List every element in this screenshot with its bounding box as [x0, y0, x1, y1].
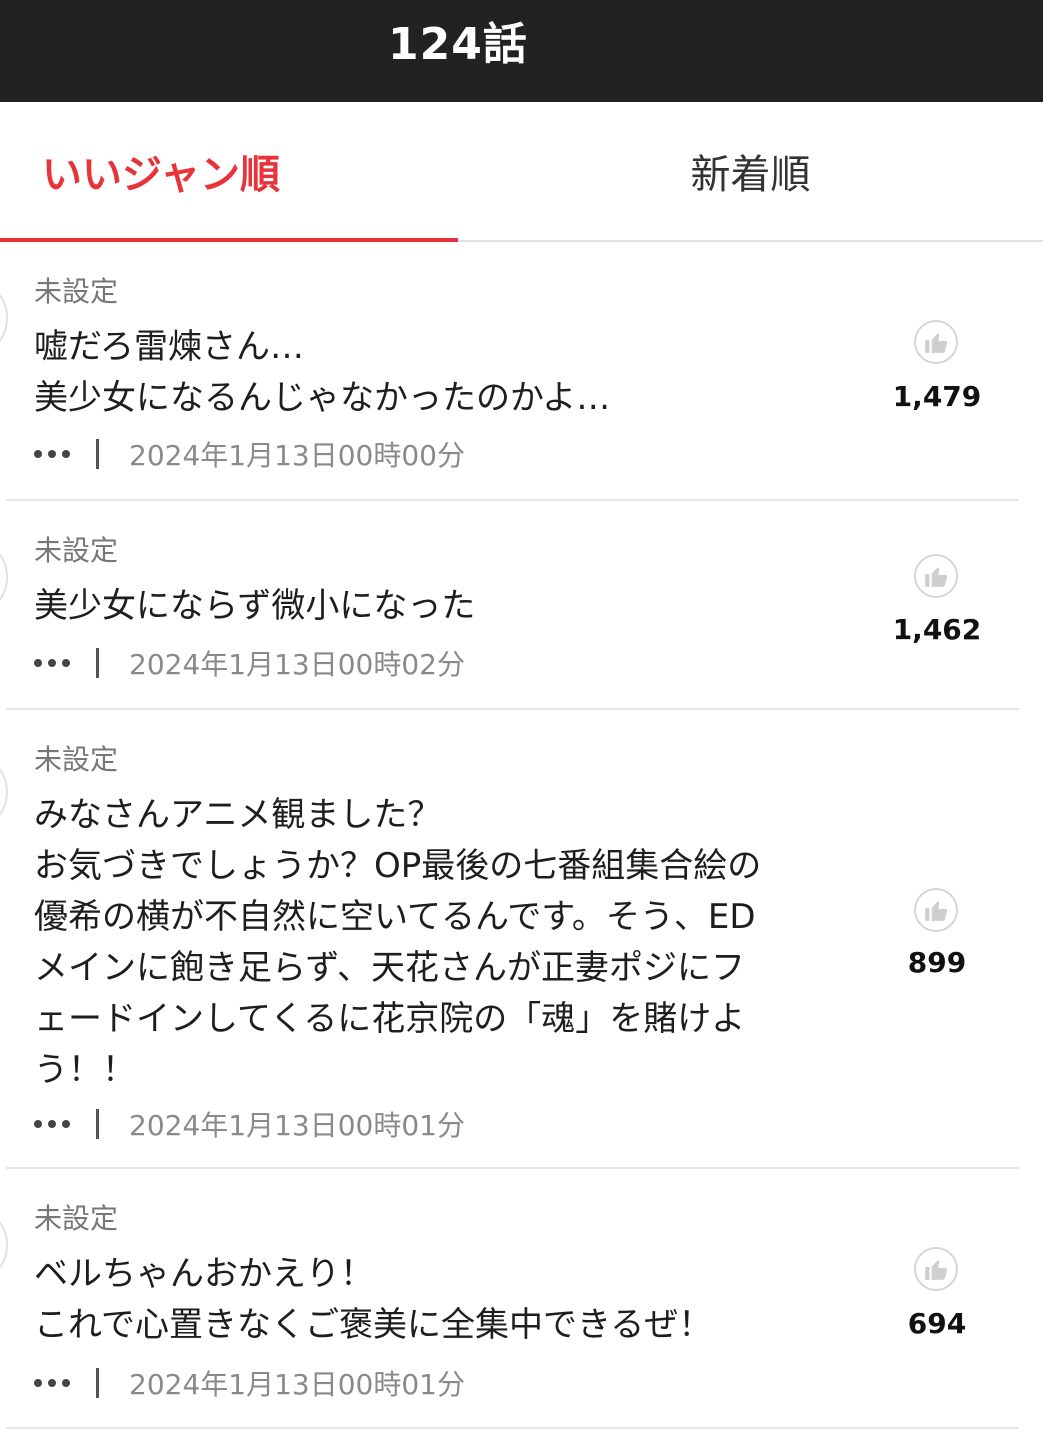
comment-username: 未設定	[34, 743, 119, 776]
more-options-icon[interactable]	[34, 1120, 74, 1128]
comment-item: 未設定 嘘だろ雷煉さん… 美少女になるんじゃなかったのかよ… 1,479 202…	[0, 242, 1043, 501]
tab-label: 新着順	[690, 152, 811, 198]
more-options-icon[interactable]	[34, 450, 74, 458]
comment-timestamp: 2024年1月13日00時01分	[129, 1368, 465, 1401]
like-count: 899	[907, 946, 967, 979]
comment-timestamp: 2024年1月13日00時02分	[129, 648, 465, 681]
more-options-icon[interactable]	[34, 1379, 74, 1387]
like-thumb-icon[interactable]	[914, 1247, 958, 1291]
comment-meta: 2024年1月13日00時02分	[34, 645, 465, 681]
tab-label: いいジャン順	[42, 152, 280, 198]
comment-username: 未設定	[34, 275, 119, 308]
comment-text: 嘘だろ雷煉さん… 美少女になるんじゃなかったのかよ…	[34, 327, 611, 418]
like-count: 694	[907, 1307, 967, 1340]
like-thumb-icon[interactable]	[914, 554, 958, 598]
more-options-icon[interactable]	[34, 659, 74, 667]
top-bar: 124話	[0, 0, 1043, 102]
like-thumb-icon[interactable]	[914, 320, 958, 364]
comment-text: ベルちゃんおかえり！ これで心置きなくご褒美に全集中できるぜ！	[34, 1254, 713, 1345]
comment-username: 未設定	[34, 1202, 119, 1235]
meta-divider	[96, 1368, 99, 1398]
meta-divider	[96, 648, 99, 678]
avatar[interactable]	[0, 286, 8, 350]
comment-item: 未設定 美少女にならず微小になった 1,462 2024年1月13日00時02分	[0, 501, 1043, 710]
comment-meta: 2024年1月13日00時00分	[34, 436, 465, 472]
comment-meta: 2024年1月13日00時01分	[34, 1106, 465, 1142]
comment-text: みなさんアニメ観ました？ お気づきでしょうか？OP最後の七番組集合絵の 優希の横…	[34, 795, 762, 1090]
meta-divider	[96, 1109, 99, 1139]
episode-title: 124話	[388, 19, 528, 70]
like-count: 1,462	[892, 613, 982, 646]
avatar[interactable]	[0, 760, 8, 824]
comment-item: 未設定 ベルちゃんおかえり！ これで心置きなくご褒美に全集中できるぜ！ 694 …	[0, 1169, 1043, 1431]
comment-timestamp: 2024年1月13日00時01分	[129, 1109, 465, 1142]
comment-meta: 2024年1月13日00時01分	[34, 1365, 465, 1401]
avatar[interactable]	[0, 545, 8, 609]
comment-username: 未設定	[34, 534, 119, 567]
tab-iijan-order[interactable]: いいジャン順	[0, 102, 458, 242]
comment-text: 美少女にならず微小になった	[34, 586, 476, 626]
comment-timestamp: 2024年1月13日00時00分	[129, 439, 465, 472]
meta-divider	[96, 439, 99, 469]
like-thumb-icon[interactable]	[914, 888, 958, 932]
comment-item: 未設定 みなさんアニメ観ました？ お気づきでしょうか？OP最後の七番組集合絵の …	[0, 710, 1043, 1169]
comment-divider	[6, 1427, 1019, 1429]
sort-tabs: いいジャン順 新着順	[0, 102, 1043, 242]
avatar[interactable]	[0, 1213, 8, 1277]
like-count: 1,479	[892, 380, 982, 413]
tab-newest-order[interactable]: 新着順	[458, 102, 1043, 240]
